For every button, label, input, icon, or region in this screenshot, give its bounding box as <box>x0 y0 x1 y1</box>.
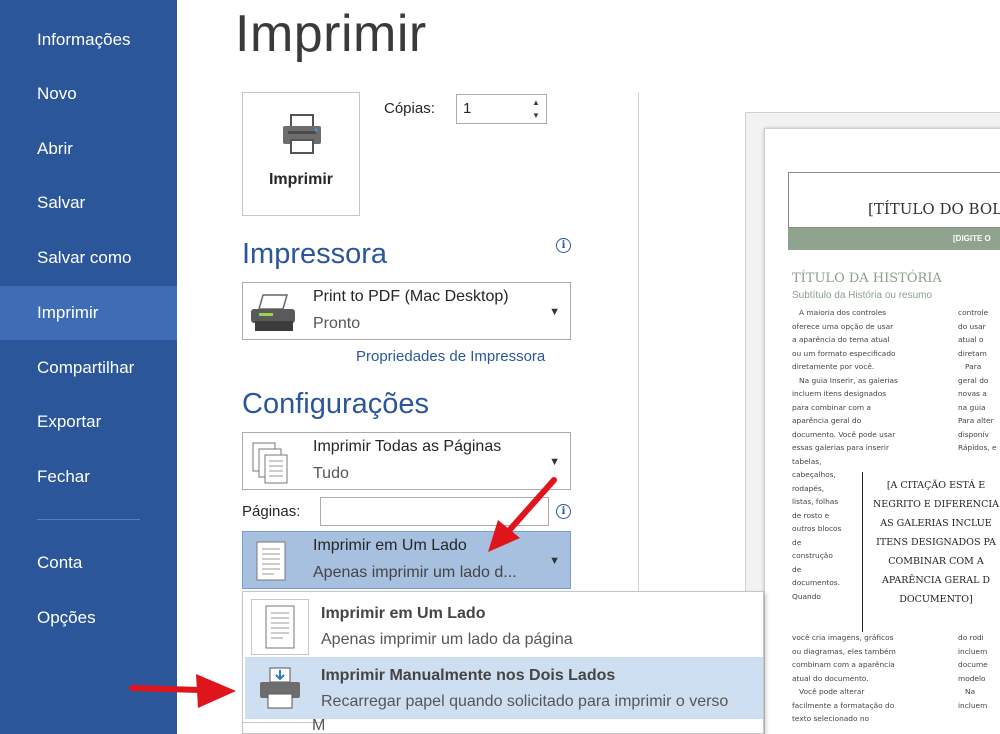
sides-menu: Imprimir em Um Lado Apenas imprimir um l… <box>242 591 764 734</box>
printer-icon <box>280 113 324 162</box>
nav-novo[interactable]: Novo <box>0 67 177 121</box>
preview-story-subtitle: Subtítulo da História ou resumo <box>792 290 933 301</box>
nav-salvar-como[interactable]: Salvar como <box>0 231 177 285</box>
annotation-arrow-icon <box>488 477 557 552</box>
printer-dropdown[interactable]: Print to PDF (Mac Desktop) Pronto ▼ <box>242 282 571 340</box>
preview-col1-bottom: você cria imagens, gráficos ou diagramas… <box>792 633 896 723</box>
copies-input[interactable]: 1 ▲ ▼ <box>456 94 547 124</box>
preview-pull-quote: [A CITAÇÃO ESTÁ E NEGRITO E DIFERENCIA A… <box>872 480 1000 605</box>
print-range-sub: Tudo <box>313 465 349 482</box>
nav-conta[interactable]: Conta <box>0 536 177 590</box>
nav-exportar[interactable]: Exportar <box>0 395 177 449</box>
menu-item-one-side[interactable]: Imprimir em Um Lado Apenas imprimir um l… <box>245 595 763 657</box>
print-button-label: Imprimir <box>268 171 333 188</box>
backstage-sidebar: Informações Novo Abrir Salvar Salvar com… <box>0 0 177 734</box>
nav-informacoes[interactable]: Informações <box>0 13 177 67</box>
pages-label: Páginas: <box>242 503 301 520</box>
single-page-icon <box>249 540 293 589</box>
manual-duplex-printer-icon <box>251 661 309 717</box>
printer-info-icon[interactable]: i <box>556 238 571 253</box>
chevron-down-icon: ▼ <box>549 306 560 318</box>
copies-value: 1 <box>463 100 472 117</box>
nav-compartilhar[interactable]: Compartilhar <box>0 341 177 395</box>
single-page-icon <box>251 599 309 655</box>
preview-doc-title: [TÍTULO DO BOL <box>868 200 1000 218</box>
print-range-main: Imprimir Todas as Páginas <box>313 438 502 455</box>
printer-properties-link[interactable]: Propriedades de Impressora <box>356 348 545 365</box>
nav-fechar[interactable]: Fechar <box>0 450 177 504</box>
menu-item-manual-duplex-desc: Recarregar papel quando solicitado para … <box>321 693 729 710</box>
menu-item-partial[interactable]: M <box>242 717 325 734</box>
sides-sub: Apenas imprimir um lado d... <box>313 564 517 581</box>
pdf-printer-icon <box>249 291 299 340</box>
nav-divider <box>37 519 140 520</box>
printer-name: Print to PDF (Mac Desktop) <box>313 288 509 305</box>
print-button[interactable]: Imprimir <box>242 92 360 216</box>
menu-item-partial-label: M <box>312 717 326 734</box>
pane-divider <box>638 92 639 592</box>
nav-opcoes[interactable]: Opções <box>0 591 177 645</box>
printer-heading: Impressora <box>242 238 388 270</box>
chevron-down-icon: ▼ <box>549 555 560 567</box>
preview-quote-rule <box>862 472 863 632</box>
preview-story-title: TÍTULO DA HISTÓRIA <box>792 271 942 286</box>
menu-item-one-side-title: Imprimir em Um Lado <box>321 605 486 622</box>
menu-item-one-side-desc: Apenas imprimir um lado da página <box>321 631 573 648</box>
pages-stack-icon <box>249 441 293 490</box>
preview-band-text: [DIGITE O <box>953 234 991 243</box>
page-title: Imprimir <box>235 5 427 63</box>
spin-down-icon[interactable]: ▼ <box>526 109 546 123</box>
nav-abrir[interactable]: Abrir <box>0 122 177 176</box>
nav-imprimir[interactable]: Imprimir <box>0 286 177 340</box>
preview-col2-bottom: do rodi incluem docume modelo Na incluem <box>958 633 988 710</box>
spin-up-icon[interactable]: ▲ <box>526 96 546 110</box>
settings-heading: Configurações <box>242 388 429 420</box>
sides-main: Imprimir em Um Lado <box>313 537 467 554</box>
chevron-down-icon: ▼ <box>549 456 560 468</box>
menu-item-manual-duplex-title: Imprimir Manualmente nos Dois Lados <box>321 667 616 684</box>
nav-salvar[interactable]: Salvar <box>0 176 177 230</box>
preview-col2-top: controle do usar atual o diretam Para ge… <box>958 308 997 452</box>
copies-label: Cópias: <box>384 100 435 117</box>
printer-status: Pronto <box>313 315 361 332</box>
annotation-arrow-icon <box>129 674 236 708</box>
menu-item-manual-duplex[interactable]: Imprimir Manualmente nos Dois Lados Reca… <box>245 657 763 719</box>
